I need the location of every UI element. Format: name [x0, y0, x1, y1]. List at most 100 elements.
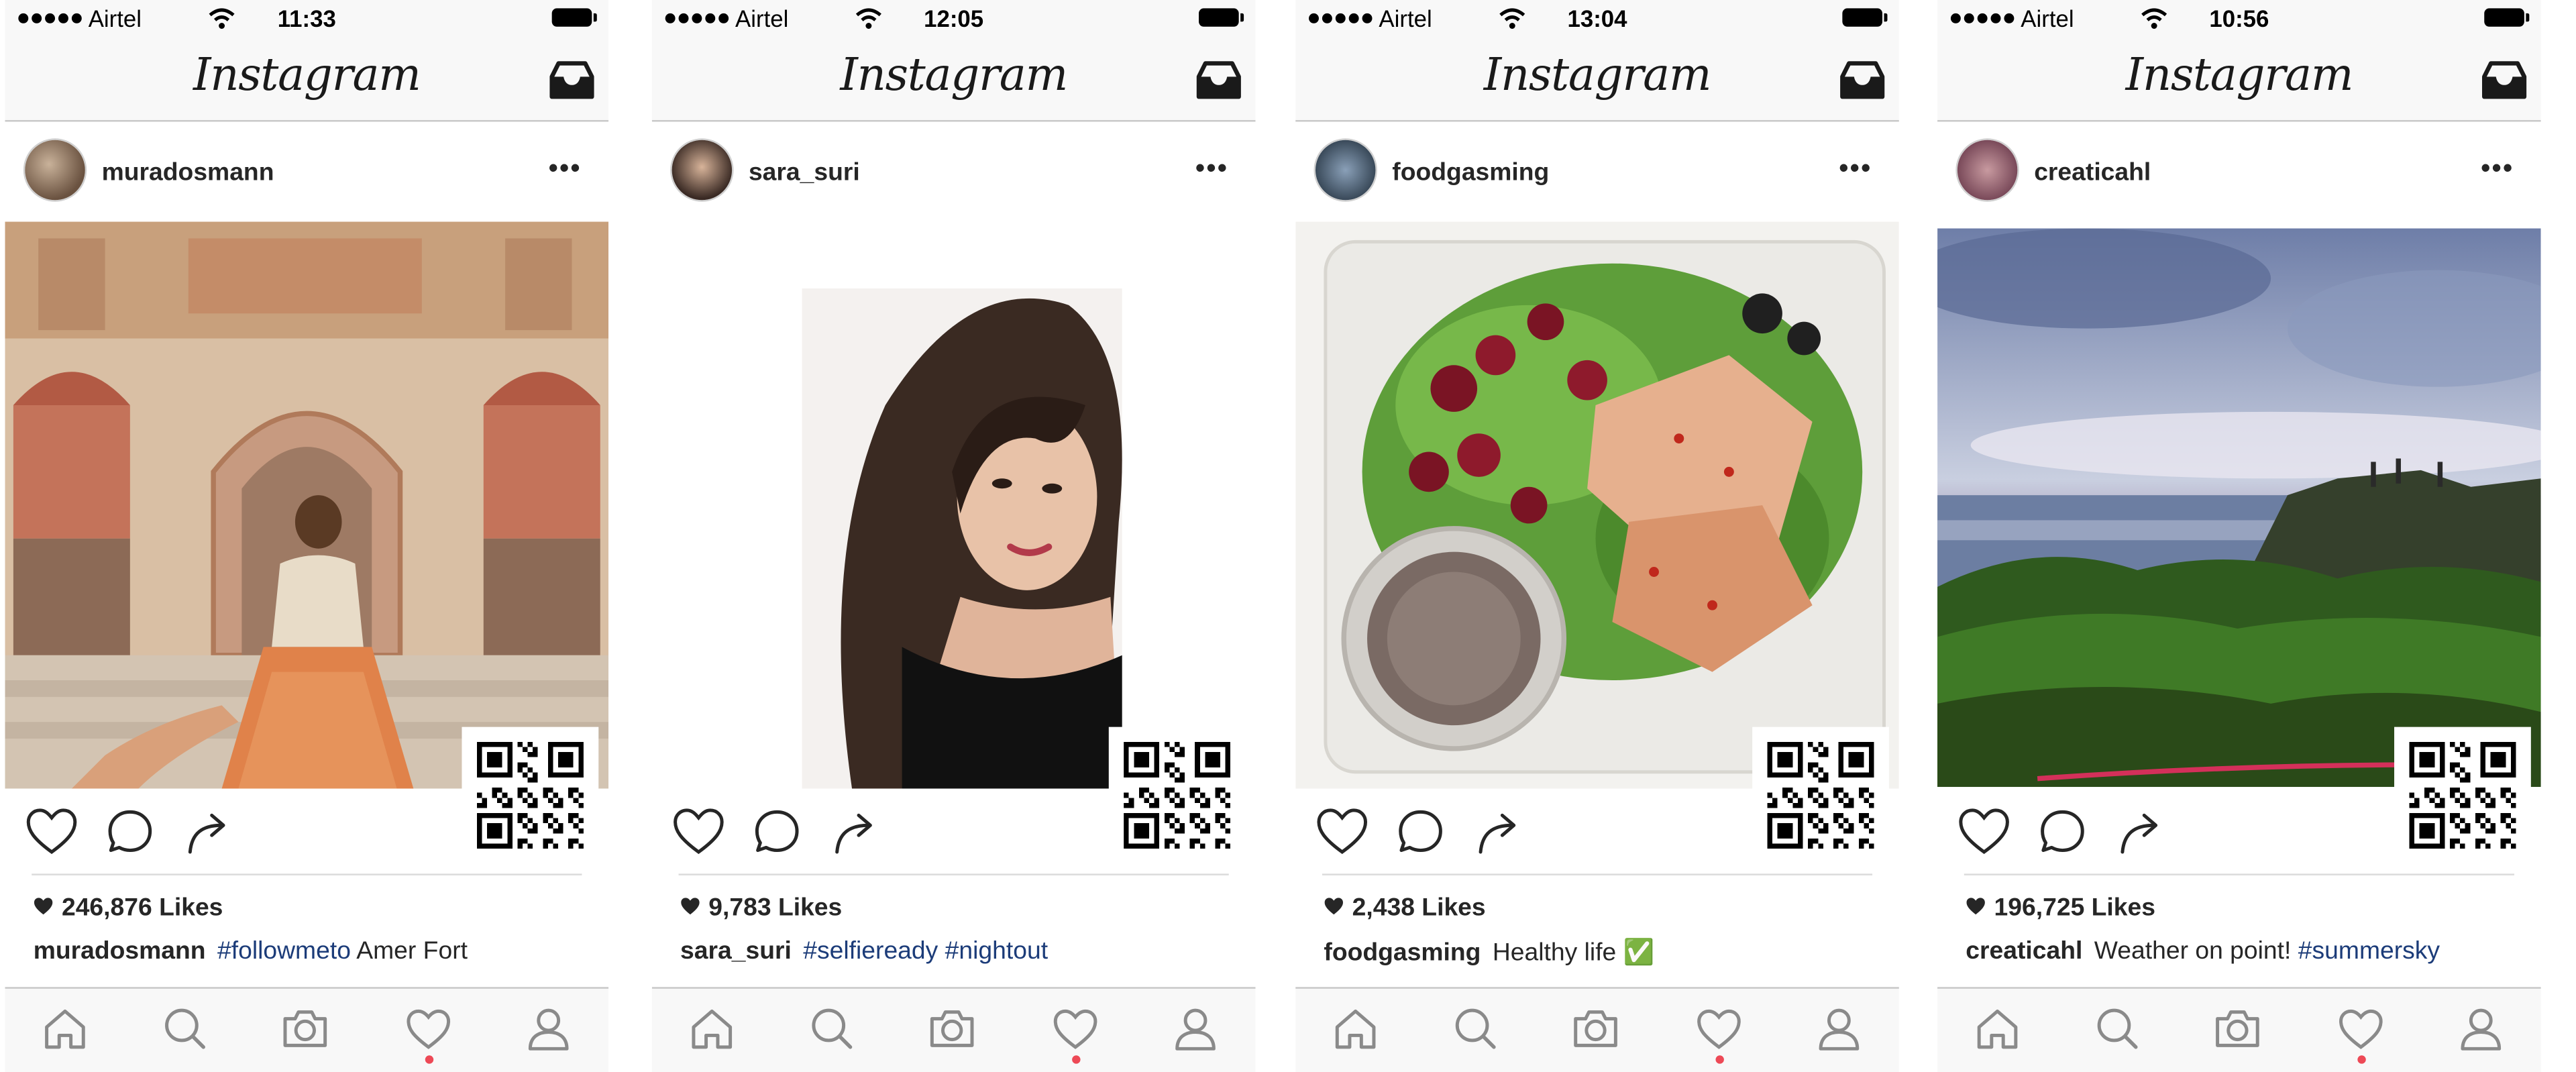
- profile-icon[interactable]: [1816, 1006, 1863, 1061]
- likes-count[interactable]: 246,876 Likes: [34, 894, 223, 922]
- likes-count[interactable]: 196,725 Likes: [1966, 894, 2155, 922]
- share-icon[interactable]: [1476, 810, 1523, 865]
- post-actions: [1937, 804, 2541, 863]
- post-actions: [652, 804, 1256, 863]
- status-bar: Airtel 12:05: [651, 0, 1256, 40]
- divider: [1964, 873, 2514, 875]
- battery-icon: [1842, 8, 1888, 27]
- inbox-icon[interactable]: [1837, 58, 1888, 110]
- heart-icon[interactable]: [1957, 807, 2011, 865]
- heart-icon[interactable]: [672, 807, 726, 865]
- comment-icon[interactable]: [2037, 807, 2088, 865]
- post-header: creaticahl •••: [1937, 121, 2541, 221]
- likes-count[interactable]: 2,438 Likes: [1324, 894, 1486, 922]
- divider: [1322, 873, 1873, 875]
- post-caption: sara_suri #selfieready #nightout: [680, 937, 1048, 965]
- share-icon[interactable]: [185, 810, 232, 865]
- heart-icon[interactable]: [25, 807, 78, 865]
- caption-hashtag[interactable]: #summersky: [2298, 937, 2440, 965]
- inbox-icon[interactable]: [2479, 58, 2530, 110]
- caption-hashtag[interactable]: #nightout: [945, 937, 1048, 965]
- bottom-tab-bar: [1937, 987, 2541, 1072]
- camera-icon[interactable]: [2212, 1006, 2263, 1061]
- bottom-tab-bar: [651, 987, 1256, 1072]
- post-caption: foodgasming Healthy life ✅: [1324, 937, 1654, 967]
- avatar[interactable]: [1957, 140, 2018, 201]
- share-icon[interactable]: [2117, 810, 2164, 865]
- post-photo[interactable]: [1295, 221, 1899, 789]
- camera-icon[interactable]: [1570, 1006, 1621, 1061]
- phone-screen: Airtel 11:33 Instagram muradosmann ••• 2…: [5, 0, 609, 1072]
- post-photo[interactable]: [651, 221, 1256, 789]
- home-icon[interactable]: [688, 1006, 735, 1061]
- home-icon[interactable]: [1974, 1006, 2021, 1061]
- camera-icon[interactable]: [280, 1006, 331, 1061]
- notification-dot: [425, 1055, 434, 1064]
- avatar[interactable]: [1315, 140, 1376, 201]
- post-username[interactable]: sara_suri: [749, 158, 860, 186]
- comment-icon[interactable]: [752, 807, 802, 865]
- divider: [678, 873, 1229, 875]
- avatar[interactable]: [25, 140, 85, 201]
- search-icon[interactable]: [1452, 1006, 1499, 1061]
- heart-icon[interactable]: [2338, 1007, 2385, 1059]
- search-icon[interactable]: [808, 1006, 855, 1061]
- post-caption: muradosmann #followmeto Amer Fort: [34, 937, 468, 965]
- caption-username[interactable]: creaticahl: [1966, 937, 2082, 965]
- search-icon[interactable]: [2094, 1006, 2141, 1061]
- more-options-button[interactable]: •••: [2481, 155, 2514, 185]
- heart-icon[interactable]: [1052, 1007, 1099, 1059]
- small-heart-icon: [1324, 894, 1344, 922]
- app-canvas: Airtel 11:33 Instagram muradosmann ••• 2…: [0, 0, 2576, 1072]
- bottom-tab-bar: [5, 987, 609, 1072]
- more-options-button[interactable]: •••: [1195, 155, 1228, 185]
- heart-icon[interactable]: [1696, 1007, 1743, 1059]
- more-options-button[interactable]: •••: [1839, 155, 1872, 185]
- post-header: sara_suri •••: [652, 121, 1256, 221]
- post-username[interactable]: foodgasming: [1392, 158, 1549, 186]
- instagram-logo: Instagram: [840, 50, 1068, 102]
- post-photo[interactable]: [1937, 228, 2541, 788]
- share-icon[interactable]: [832, 810, 879, 865]
- profile-icon[interactable]: [2457, 1006, 2504, 1061]
- heart-icon[interactable]: [405, 1007, 452, 1059]
- likes-count[interactable]: 9,783 Likes: [680, 894, 842, 922]
- bottom-tab-bar: [1295, 987, 1899, 1072]
- post-photo[interactable]: [5, 221, 609, 789]
- heart-icon[interactable]: [1316, 807, 1369, 865]
- caption-hashtag[interactable]: #selfieready: [803, 937, 938, 965]
- search-icon[interactable]: [162, 1006, 209, 1061]
- likes-label: 196,725 Likes: [1994, 894, 2156, 922]
- battery-icon: [1199, 8, 1244, 27]
- likes-label: 2,438 Likes: [1352, 894, 1486, 922]
- caption-hashtag[interactable]: #followmeto: [217, 937, 351, 965]
- inbox-icon[interactable]: [547, 58, 597, 110]
- caption-username[interactable]: sara_suri: [680, 937, 792, 965]
- caption-text: Amer Fort: [356, 936, 468, 966]
- status-bar: Airtel 13:04: [1295, 0, 1899, 40]
- profile-icon[interactable]: [1172, 1006, 1219, 1061]
- camera-icon[interactable]: [927, 1006, 977, 1061]
- phone-screen: Airtel 12:05 Instagram sara_suri ••• 9,7…: [651, 0, 1256, 1072]
- small-heart-icon: [680, 894, 700, 922]
- post-username[interactable]: creaticahl: [2034, 158, 2151, 186]
- home-icon[interactable]: [42, 1006, 89, 1061]
- home-icon[interactable]: [1332, 1006, 1379, 1061]
- instagram-logo: Instagram: [1483, 50, 1712, 102]
- notification-dot: [1072, 1055, 1081, 1064]
- status-time: 13:04: [1567, 5, 1627, 32]
- caption-username[interactable]: muradosmann: [34, 937, 206, 965]
- inbox-icon[interactable]: [1194, 58, 1244, 110]
- status-time: 10:56: [2209, 5, 2269, 32]
- post-username[interactable]: muradosmann: [102, 158, 274, 186]
- profile-icon[interactable]: [525, 1006, 572, 1061]
- instagram-logo: Instagram: [2125, 50, 2354, 102]
- status-bar: Airtel 10:56: [1937, 0, 2541, 40]
- more-options-button[interactable]: •••: [549, 155, 582, 185]
- post-header: muradosmann •••: [5, 121, 608, 221]
- avatar[interactable]: [672, 140, 733, 201]
- post-actions: [5, 804, 608, 863]
- comment-icon[interactable]: [1395, 807, 1446, 865]
- comment-icon[interactable]: [105, 807, 156, 865]
- caption-username[interactable]: foodgasming: [1324, 939, 1481, 967]
